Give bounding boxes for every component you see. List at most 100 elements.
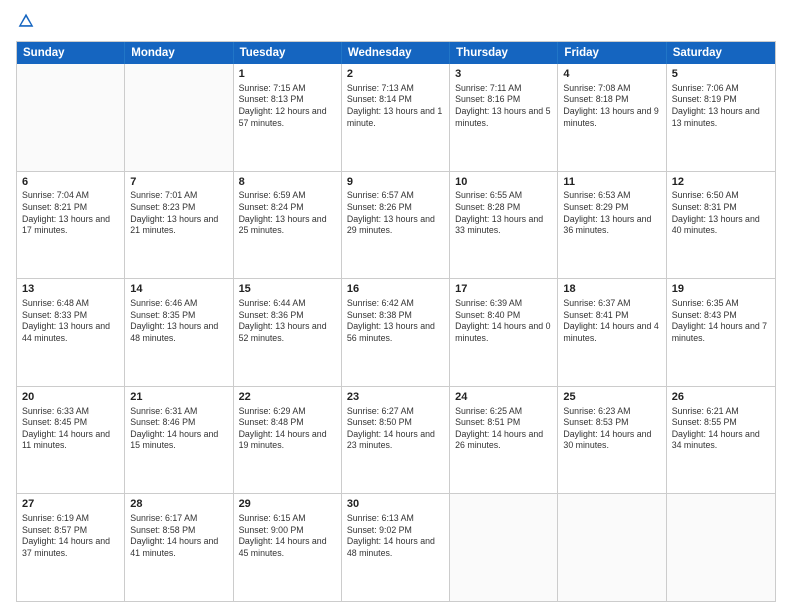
cell-day-number: 2: [347, 67, 444, 82]
header-day-sunday: Sunday: [17, 42, 125, 64]
calendar-cell: [558, 494, 666, 601]
calendar-cell: 27Sunrise: 6:19 AM Sunset: 8:57 PM Dayli…: [17, 494, 125, 601]
cell-info-text: Sunrise: 7:01 AM Sunset: 8:23 PM Dayligh…: [130, 190, 227, 236]
header-day-saturday: Saturday: [667, 42, 775, 64]
calendar-cell: 26Sunrise: 6:21 AM Sunset: 8:55 PM Dayli…: [667, 387, 775, 494]
calendar-cell: 11Sunrise: 6:53 AM Sunset: 8:29 PM Dayli…: [558, 172, 666, 279]
calendar-cell: [667, 494, 775, 601]
cell-info-text: Sunrise: 6:42 AM Sunset: 8:38 PM Dayligh…: [347, 298, 444, 344]
cell-info-text: Sunrise: 6:53 AM Sunset: 8:29 PM Dayligh…: [563, 190, 660, 236]
cell-info-text: Sunrise: 6:46 AM Sunset: 8:35 PM Dayligh…: [130, 298, 227, 344]
cell-day-number: 13: [22, 282, 119, 297]
cell-info-text: Sunrise: 6:59 AM Sunset: 8:24 PM Dayligh…: [239, 190, 336, 236]
cell-info-text: Sunrise: 6:19 AM Sunset: 8:57 PM Dayligh…: [22, 513, 119, 559]
calendar-body: 1Sunrise: 7:15 AM Sunset: 8:13 PM Daylig…: [17, 64, 775, 601]
page: SundayMondayTuesdayWednesdayThursdayFrid…: [0, 0, 792, 612]
calendar-cell: 10Sunrise: 6:55 AM Sunset: 8:28 PM Dayli…: [450, 172, 558, 279]
calendar-cell: 5Sunrise: 7:06 AM Sunset: 8:19 PM Daylig…: [667, 64, 775, 171]
cell-info-text: Sunrise: 7:04 AM Sunset: 8:21 PM Dayligh…: [22, 190, 119, 236]
cell-info-text: Sunrise: 6:33 AM Sunset: 8:45 PM Dayligh…: [22, 406, 119, 452]
cell-day-number: 7: [130, 175, 227, 190]
header-day-thursday: Thursday: [450, 42, 558, 64]
cell-info-text: Sunrise: 6:17 AM Sunset: 8:58 PM Dayligh…: [130, 513, 227, 559]
calendar-header-row: SundayMondayTuesdayWednesdayThursdayFrid…: [17, 42, 775, 64]
cell-info-text: Sunrise: 7:08 AM Sunset: 8:18 PM Dayligh…: [563, 83, 660, 129]
header-day-tuesday: Tuesday: [234, 42, 342, 64]
cell-day-number: 29: [239, 497, 336, 512]
cell-day-number: 11: [563, 175, 660, 190]
cell-day-number: 6: [22, 175, 119, 190]
cell-day-number: 12: [672, 175, 770, 190]
calendar-cell: 28Sunrise: 6:17 AM Sunset: 8:58 PM Dayli…: [125, 494, 233, 601]
cell-info-text: Sunrise: 6:50 AM Sunset: 8:31 PM Dayligh…: [672, 190, 770, 236]
calendar-cell: 6Sunrise: 7:04 AM Sunset: 8:21 PM Daylig…: [17, 172, 125, 279]
cell-info-text: Sunrise: 6:57 AM Sunset: 8:26 PM Dayligh…: [347, 190, 444, 236]
calendar-row-4: 20Sunrise: 6:33 AM Sunset: 8:45 PM Dayli…: [17, 386, 775, 494]
header: [16, 12, 776, 35]
calendar-cell: 21Sunrise: 6:31 AM Sunset: 8:46 PM Dayli…: [125, 387, 233, 494]
cell-day-number: 30: [347, 497, 444, 512]
calendar-cell: 8Sunrise: 6:59 AM Sunset: 8:24 PM Daylig…: [234, 172, 342, 279]
calendar-cell: 18Sunrise: 6:37 AM Sunset: 8:41 PM Dayli…: [558, 279, 666, 386]
cell-day-number: 25: [563, 390, 660, 405]
calendar-row-2: 6Sunrise: 7:04 AM Sunset: 8:21 PM Daylig…: [17, 171, 775, 279]
calendar-cell: 22Sunrise: 6:29 AM Sunset: 8:48 PM Dayli…: [234, 387, 342, 494]
cell-day-number: 26: [672, 390, 770, 405]
cell-info-text: Sunrise: 6:31 AM Sunset: 8:46 PM Dayligh…: [130, 406, 227, 452]
calendar-cell: 19Sunrise: 6:35 AM Sunset: 8:43 PM Dayli…: [667, 279, 775, 386]
cell-day-number: 9: [347, 175, 444, 190]
header-day-monday: Monday: [125, 42, 233, 64]
cell-day-number: 28: [130, 497, 227, 512]
cell-info-text: Sunrise: 6:15 AM Sunset: 9:00 PM Dayligh…: [239, 513, 336, 559]
header-day-wednesday: Wednesday: [342, 42, 450, 64]
calendar-cell: 16Sunrise: 6:42 AM Sunset: 8:38 PM Dayli…: [342, 279, 450, 386]
calendar-cell: 30Sunrise: 6:13 AM Sunset: 9:02 PM Dayli…: [342, 494, 450, 601]
cell-day-number: 10: [455, 175, 552, 190]
calendar-row-5: 27Sunrise: 6:19 AM Sunset: 8:57 PM Dayli…: [17, 493, 775, 601]
cell-info-text: Sunrise: 6:48 AM Sunset: 8:33 PM Dayligh…: [22, 298, 119, 344]
logo: [16, 12, 37, 35]
calendar-cell: 17Sunrise: 6:39 AM Sunset: 8:40 PM Dayli…: [450, 279, 558, 386]
calendar-cell: 29Sunrise: 6:15 AM Sunset: 9:00 PM Dayli…: [234, 494, 342, 601]
cell-info-text: Sunrise: 7:13 AM Sunset: 8:14 PM Dayligh…: [347, 83, 444, 129]
cell-info-text: Sunrise: 6:29 AM Sunset: 8:48 PM Dayligh…: [239, 406, 336, 452]
cell-day-number: 3: [455, 67, 552, 82]
cell-day-number: 23: [347, 390, 444, 405]
cell-day-number: 18: [563, 282, 660, 297]
calendar-row-1: 1Sunrise: 7:15 AM Sunset: 8:13 PM Daylig…: [17, 64, 775, 171]
cell-info-text: Sunrise: 6:27 AM Sunset: 8:50 PM Dayligh…: [347, 406, 444, 452]
cell-info-text: Sunrise: 6:37 AM Sunset: 8:41 PM Dayligh…: [563, 298, 660, 344]
calendar-cell: 9Sunrise: 6:57 AM Sunset: 8:26 PM Daylig…: [342, 172, 450, 279]
calendar-cell: 3Sunrise: 7:11 AM Sunset: 8:16 PM Daylig…: [450, 64, 558, 171]
cell-info-text: Sunrise: 6:13 AM Sunset: 9:02 PM Dayligh…: [347, 513, 444, 559]
calendar-cell: 23Sunrise: 6:27 AM Sunset: 8:50 PM Dayli…: [342, 387, 450, 494]
calendar-cell: 2Sunrise: 7:13 AM Sunset: 8:14 PM Daylig…: [342, 64, 450, 171]
cell-info-text: Sunrise: 7:06 AM Sunset: 8:19 PM Dayligh…: [672, 83, 770, 129]
calendar-cell: 4Sunrise: 7:08 AM Sunset: 8:18 PM Daylig…: [558, 64, 666, 171]
cell-day-number: 8: [239, 175, 336, 190]
cell-day-number: 24: [455, 390, 552, 405]
cell-day-number: 15: [239, 282, 336, 297]
calendar-cell: 14Sunrise: 6:46 AM Sunset: 8:35 PM Dayli…: [125, 279, 233, 386]
calendar: SundayMondayTuesdayWednesdayThursdayFrid…: [16, 41, 776, 602]
calendar-cell: 15Sunrise: 6:44 AM Sunset: 8:36 PM Dayli…: [234, 279, 342, 386]
cell-day-number: 19: [672, 282, 770, 297]
cell-info-text: Sunrise: 6:35 AM Sunset: 8:43 PM Dayligh…: [672, 298, 770, 344]
cell-info-text: Sunrise: 6:23 AM Sunset: 8:53 PM Dayligh…: [563, 406, 660, 452]
calendar-cell: 20Sunrise: 6:33 AM Sunset: 8:45 PM Dayli…: [17, 387, 125, 494]
cell-day-number: 17: [455, 282, 552, 297]
cell-info-text: Sunrise: 6:44 AM Sunset: 8:36 PM Dayligh…: [239, 298, 336, 344]
header-day-friday: Friday: [558, 42, 666, 64]
cell-info-text: Sunrise: 6:39 AM Sunset: 8:40 PM Dayligh…: [455, 298, 552, 344]
calendar-cell: 25Sunrise: 6:23 AM Sunset: 8:53 PM Dayli…: [558, 387, 666, 494]
calendar-cell: [125, 64, 233, 171]
cell-day-number: 4: [563, 67, 660, 82]
cell-day-number: 14: [130, 282, 227, 297]
calendar-cell: [17, 64, 125, 171]
cell-info-text: Sunrise: 6:25 AM Sunset: 8:51 PM Dayligh…: [455, 406, 552, 452]
cell-day-number: 22: [239, 390, 336, 405]
cell-day-number: 20: [22, 390, 119, 405]
cell-day-number: 21: [130, 390, 227, 405]
cell-day-number: 1: [239, 67, 336, 82]
cell-info-text: Sunrise: 6:55 AM Sunset: 8:28 PM Dayligh…: [455, 190, 552, 236]
